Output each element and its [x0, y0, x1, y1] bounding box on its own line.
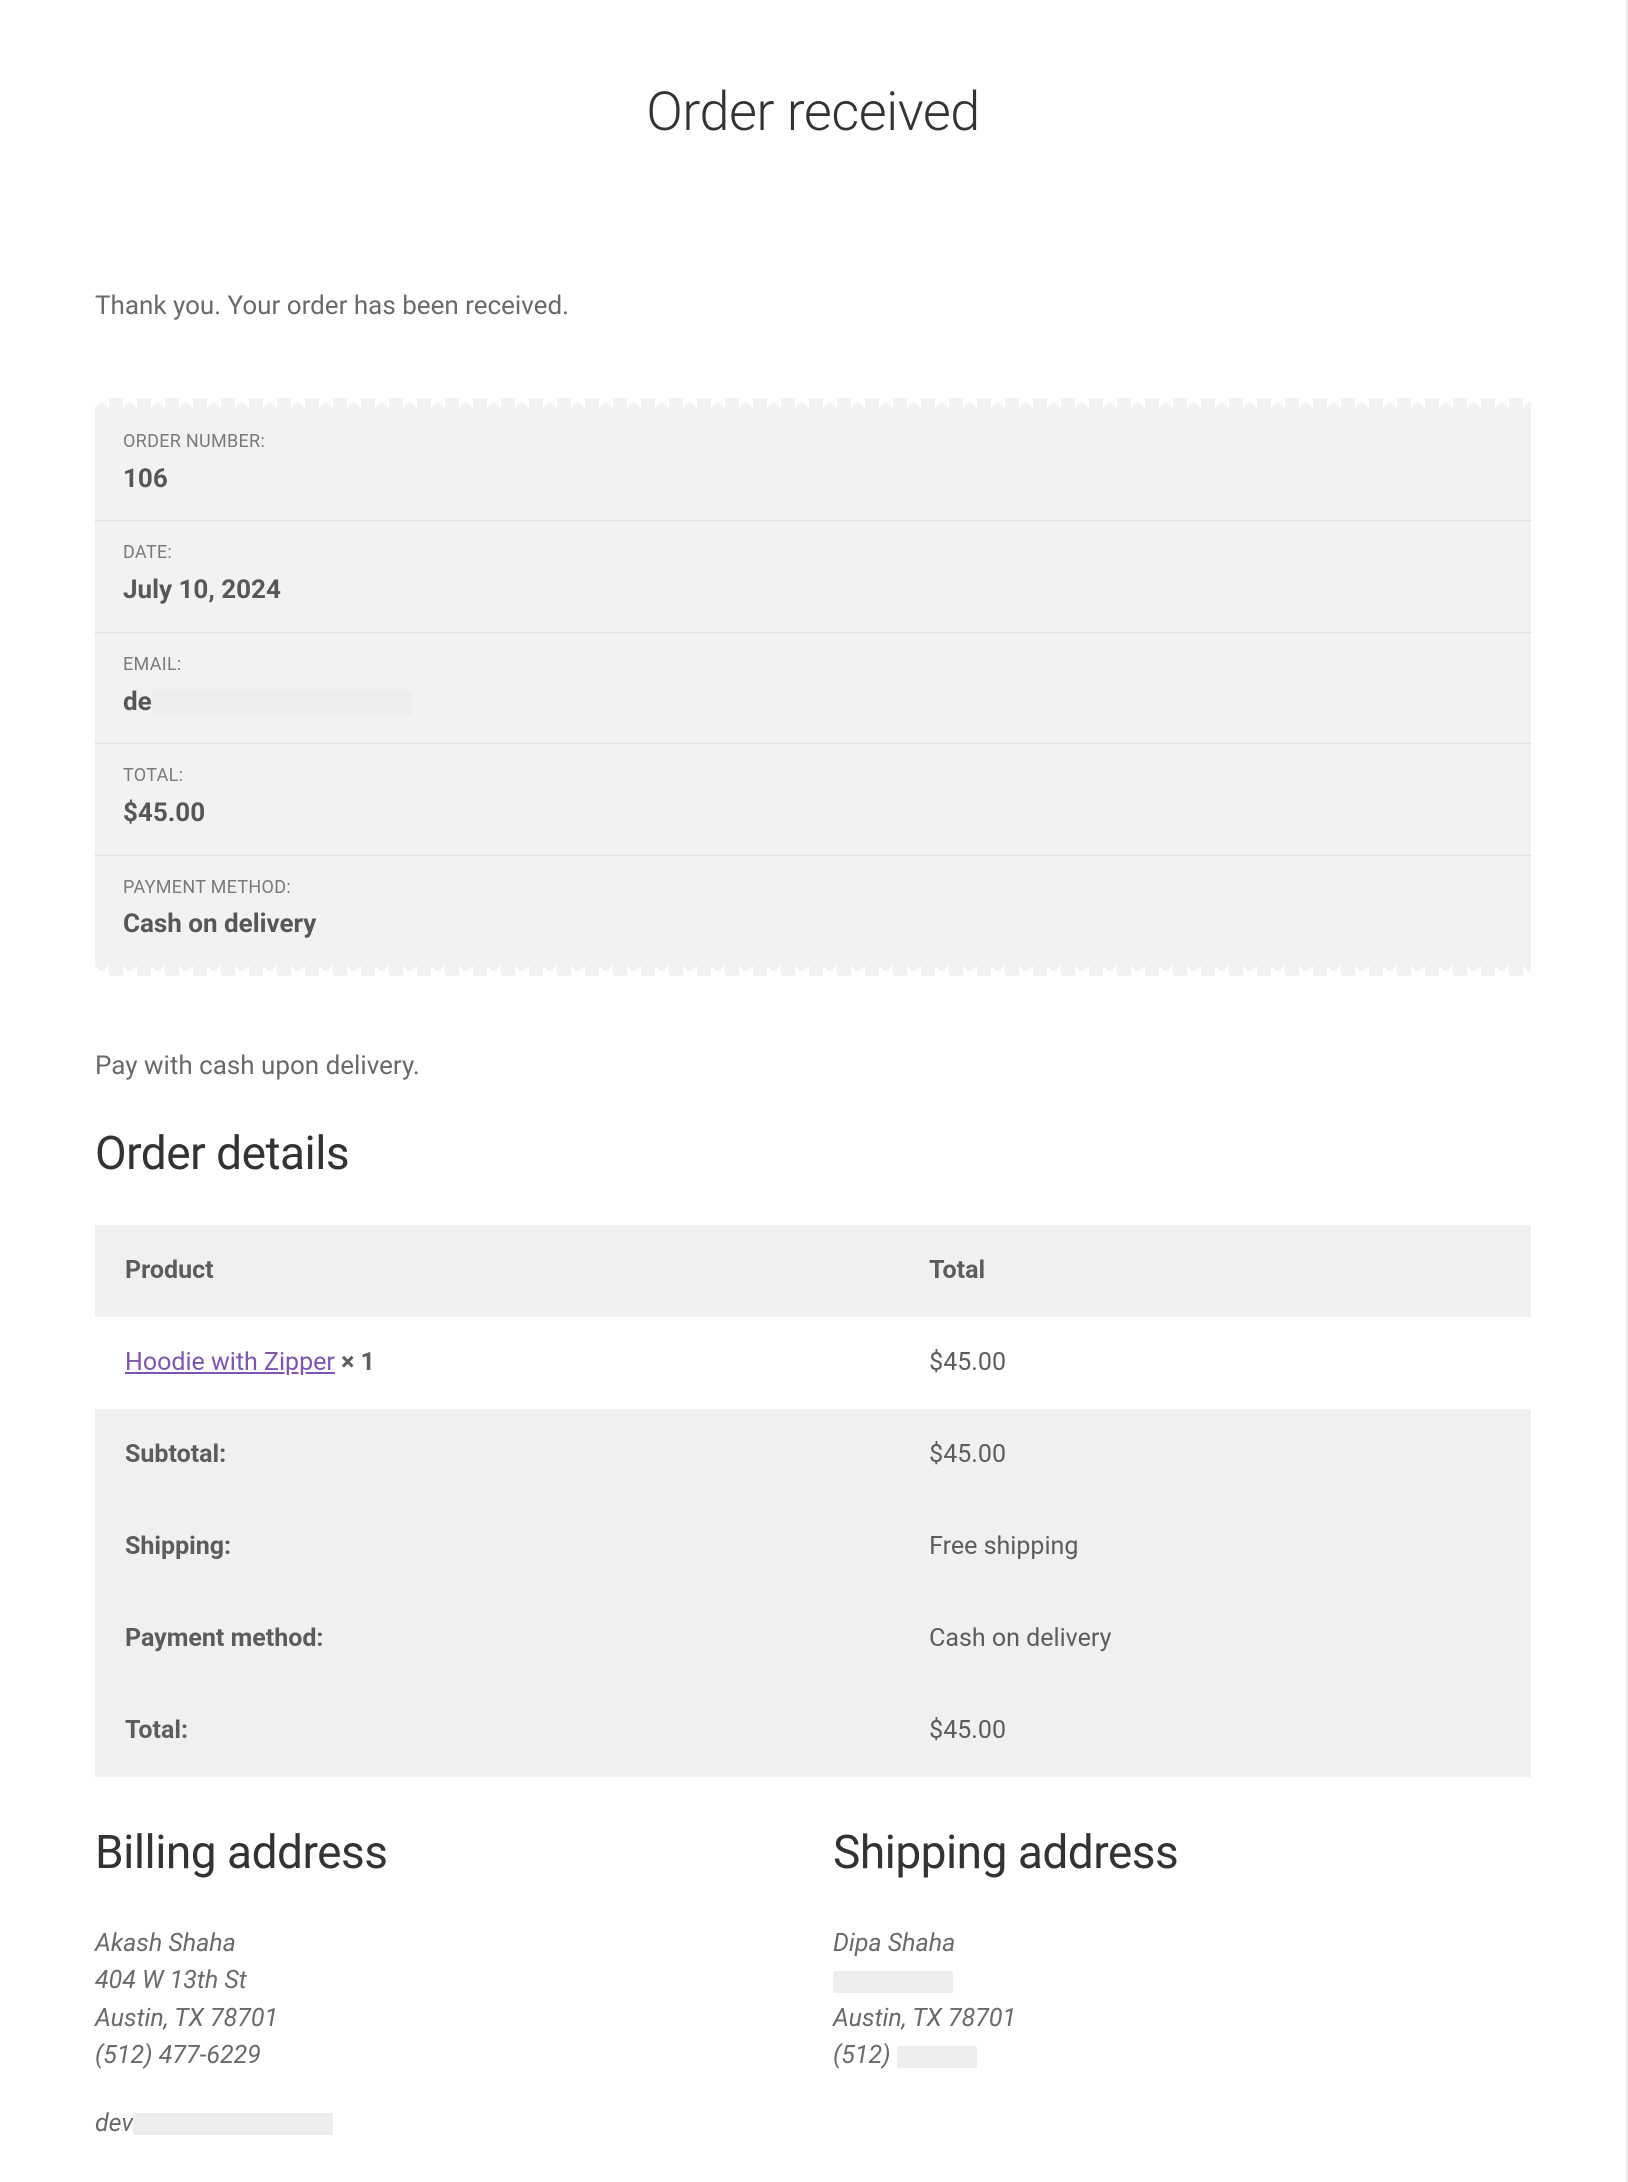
receipt-row-order-number: ORDER NUMBER: 106 [95, 398, 1531, 520]
col-total: Total [899, 1225, 1531, 1317]
billing-phone: (512) 477-6229 [95, 2037, 793, 2075]
shipping-address: Dipa Shaha Austin, TX 78701 (512) [833, 1925, 1531, 2075]
receipt-row-payment-method: PAYMENT METHOD: Cash on delivery [95, 855, 1531, 976]
billing-street: 404 W 13th St [95, 1962, 793, 2000]
details-total-value: $45.00 [899, 1685, 1531, 1777]
thankyou-message: Thank you. Your order has been received. [95, 286, 1531, 328]
shipping-phone-prefix: (512) [833, 2041, 891, 2070]
cell-product: Hoodie with Zipper × 1 [95, 1317, 899, 1409]
order-number-value: 106 [123, 459, 1503, 501]
details-total-label: Total: [95, 1685, 899, 1777]
subtotal-value: $45.00 [899, 1409, 1531, 1501]
total-label: TOTAL: [123, 762, 1503, 791]
shipping-street-redacted [833, 1962, 1531, 2000]
row-shipping: Shipping: Free shipping [95, 1501, 1531, 1593]
details-payment-method-label: Payment method: [95, 1593, 899, 1685]
table-header-row: Product Total [95, 1225, 1531, 1317]
shipping-phone-redacted [897, 2046, 977, 2068]
shipping-phone: (512) [833, 2037, 1531, 2075]
billing-email-redacted [133, 2113, 333, 2135]
billing-column: Billing address Akash Shaha 404 W 13th S… [95, 1817, 793, 2142]
billing-email: dev [95, 2105, 793, 2143]
row-payment-method: Payment method: Cash on delivery [95, 1593, 1531, 1685]
billing-name: Akash Shaha [95, 1925, 793, 1963]
email-label: EMAIL: [123, 651, 1503, 680]
receipt-row-email: EMAIL: de [95, 632, 1531, 743]
email-value: de [123, 682, 1503, 724]
shipping-column: Shipping address Dipa Shaha Austin, TX 7… [833, 1817, 1531, 2142]
order-details-table: Product Total Hoodie with Zipper × 1 $45… [95, 1225, 1531, 1777]
payment-method-label: PAYMENT METHOD: [123, 874, 1503, 903]
cell-line-total: $45.00 [899, 1317, 1531, 1409]
billing-city: Austin, TX 78701 [95, 2000, 793, 2038]
page-title: Order received [95, 70, 1531, 156]
date-label: DATE: [123, 539, 1503, 568]
subtotal-label: Subtotal: [95, 1409, 899, 1501]
payment-note: Pay with cash upon delivery. [95, 1046, 1531, 1088]
table-row: Hoodie with Zipper × 1 $45.00 [95, 1317, 1531, 1409]
payment-method-value: Cash on delivery [123, 904, 1503, 946]
shipping-value: Free shipping [899, 1501, 1531, 1593]
row-total: Total: $45.00 [95, 1685, 1531, 1777]
order-number-label: ORDER NUMBER: [123, 428, 1503, 457]
total-value: $45.00 [123, 793, 1503, 835]
product-link[interactable]: Hoodie with Zipper [125, 1348, 335, 1377]
shipping-city: Austin, TX 78701 [833, 2000, 1531, 2038]
billing-email-prefix: dev [95, 2109, 133, 2138]
row-subtotal: Subtotal: $45.00 [95, 1409, 1531, 1501]
order-details-heading: Order details [95, 1118, 1531, 1192]
details-payment-method-value: Cash on delivery [899, 1593, 1531, 1685]
email-redacted [152, 691, 412, 715]
order-overview-receipt: ORDER NUMBER: 106 DATE: July 10, 2024 EM… [95, 398, 1531, 976]
date-value: July 10, 2024 [123, 570, 1503, 612]
address-columns: Billing address Akash Shaha 404 W 13th S… [95, 1817, 1531, 2142]
product-qty: × 1 [341, 1348, 375, 1377]
order-received-page: Order received Thank you. Your order has… [0, 0, 1628, 2182]
billing-address: Akash Shaha 404 W 13th St Austin, TX 787… [95, 1925, 793, 2143]
receipt-row-total: TOTAL: $45.00 [95, 743, 1531, 854]
receipt-row-date: DATE: July 10, 2024 [95, 520, 1531, 631]
email-visible-prefix: de [123, 687, 152, 717]
shipping-heading: Shipping address [833, 1817, 1531, 1891]
shipping-name: Dipa Shaha [833, 1925, 1531, 1963]
billing-heading: Billing address [95, 1817, 793, 1891]
col-product: Product [95, 1225, 899, 1317]
shipping-label: Shipping: [95, 1501, 899, 1593]
